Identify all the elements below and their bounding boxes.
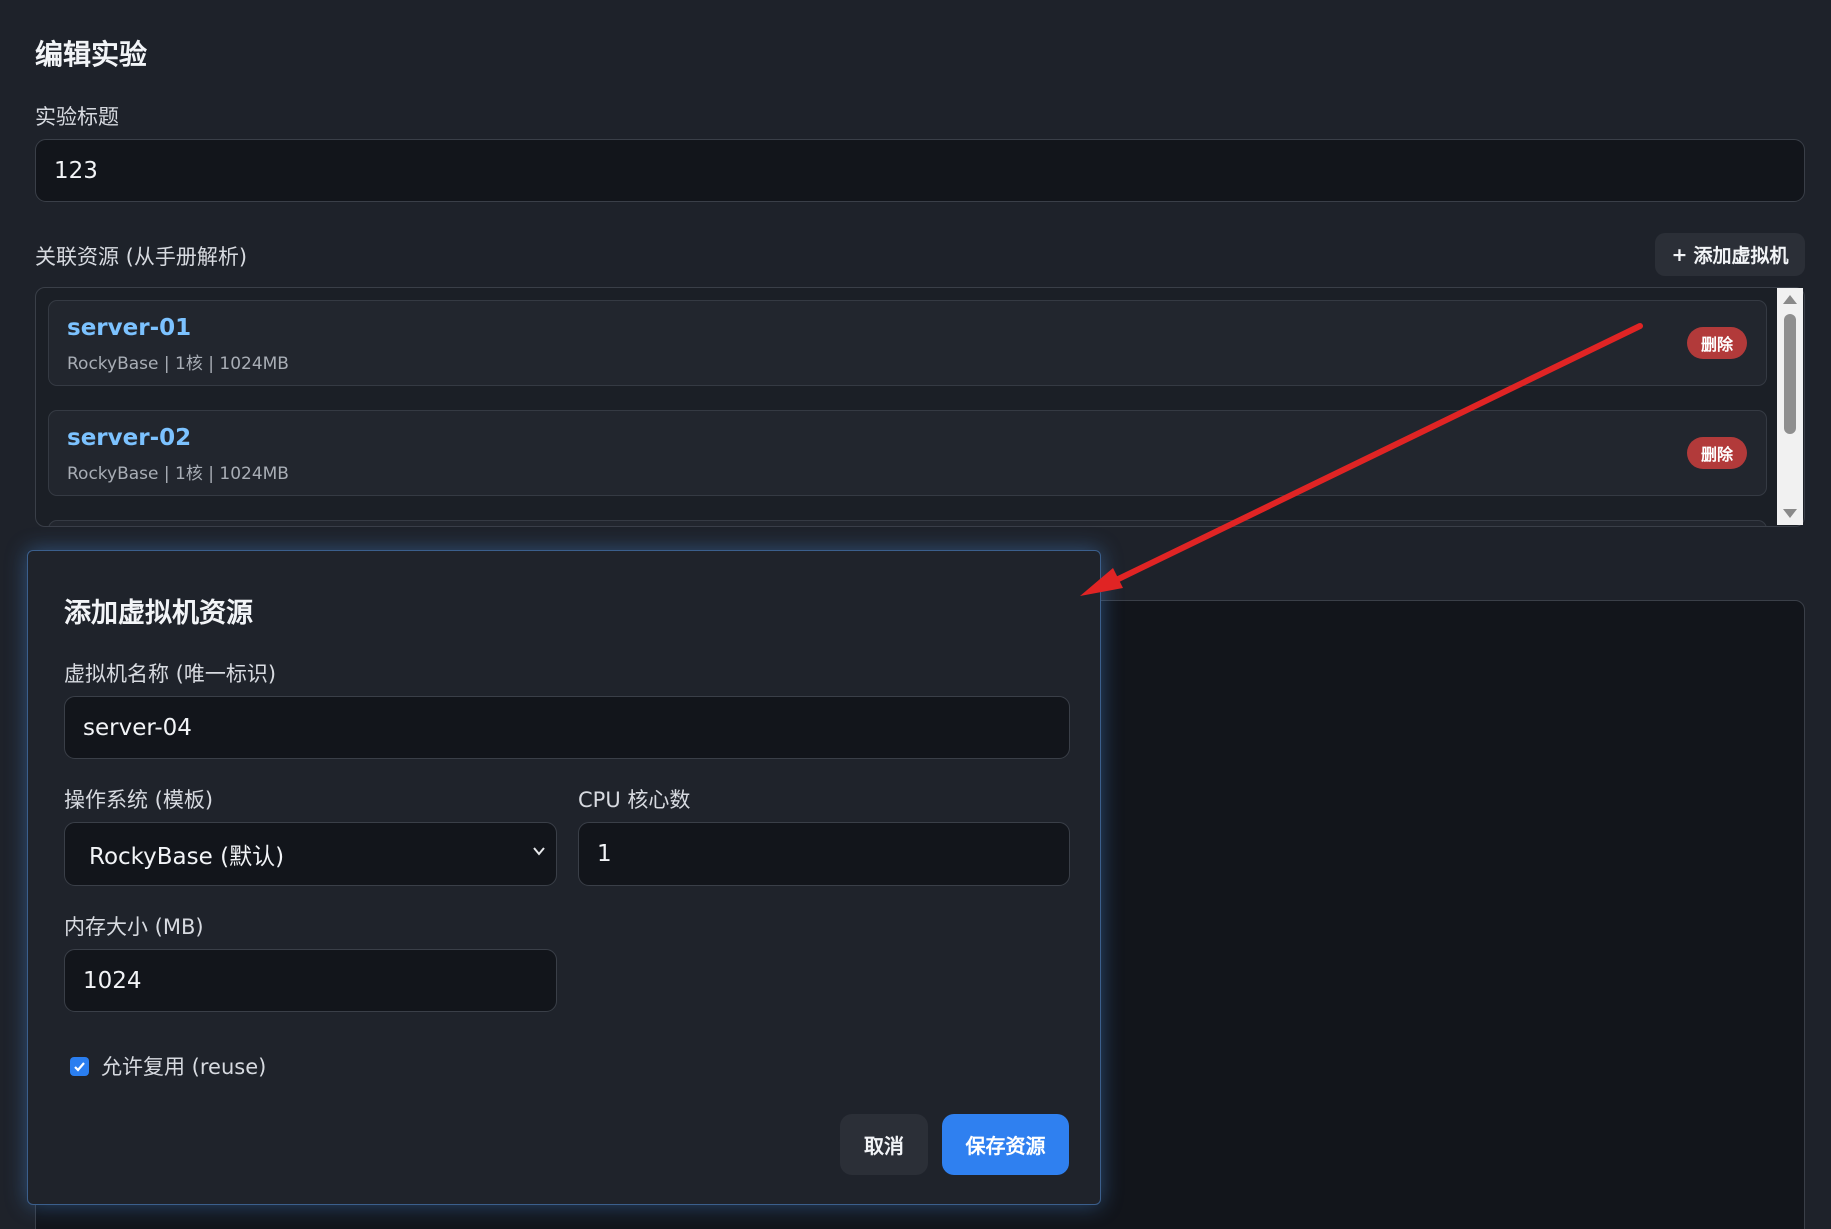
reuse-option[interactable]: 允许复用 (reuse)	[70, 1051, 266, 1081]
resources-label: 关联资源 (从手册解析)	[35, 245, 248, 269]
resource-name: server-02	[67, 425, 192, 451]
vm-name-input[interactable]: server-04	[64, 696, 1070, 759]
edit-experiment-page: 编辑实验 实验标题 123 关联资源 (从手册解析) + 添加虚拟机 serve…	[0, 0, 1831, 1229]
resource-meta: RockyBase | 1核 | 1024MB	[67, 354, 289, 374]
cancel-button[interactable]: 取消	[840, 1114, 928, 1175]
add-vm-button-label: 添加虚拟机	[1693, 245, 1789, 267]
resource-list-scrollbar[interactable]	[1777, 288, 1803, 525]
resource-card-server-02: server-02 RockyBase | 1核 | 1024MB 删除	[48, 410, 1767, 496]
experiment-title-input[interactable]: 123	[35, 139, 1805, 202]
page-title: 编辑实验	[35, 38, 148, 71]
resource-name: server-01	[67, 315, 192, 341]
resource-list: server-01 RockyBase | 1核 | 1024MB 删除 ser…	[35, 287, 1805, 527]
add-vm-modal: 添加虚拟机资源 虚拟机名称 (唯一标识) server-04 操作系统 (模板)…	[27, 550, 1101, 1205]
add-vm-button[interactable]: + 添加虚拟机	[1655, 233, 1805, 276]
memory-input[interactable]: 1024	[64, 949, 557, 1012]
experiment-title-label: 实验标题	[35, 105, 119, 129]
scroll-down-arrow-icon[interactable]	[1783, 509, 1797, 518]
os-select-value: RockyBase (默认)	[89, 844, 285, 870]
save-resource-button[interactable]: 保存资源	[942, 1114, 1069, 1175]
reuse-label: 允许复用 (reuse)	[101, 1055, 267, 1079]
plus-icon: +	[1671, 243, 1688, 266]
os-select[interactable]: RockyBase (默认)	[64, 822, 557, 886]
delete-button[interactable]: 删除	[1687, 327, 1747, 359]
modal-title: 添加虚拟机资源	[64, 598, 253, 629]
vm-name-label: 虚拟机名称 (唯一标识)	[64, 662, 277, 686]
resource-card-server-01: server-01 RockyBase | 1核 | 1024MB 删除	[48, 300, 1767, 386]
resource-meta: RockyBase | 1核 | 1024MB	[67, 464, 289, 484]
resource-card-partial	[48, 520, 1767, 526]
check-icon	[74, 1061, 85, 1072]
chevron-down-icon	[533, 847, 545, 856]
memory-label: 内存大小 (MB)	[64, 915, 204, 939]
cpu-label: CPU 核心数	[578, 788, 691, 812]
os-label: 操作系统 (模板)	[64, 788, 214, 812]
reuse-checkbox[interactable]	[70, 1056, 89, 1076]
scroll-thumb[interactable]	[1784, 314, 1796, 434]
cpu-input[interactable]: 1	[578, 822, 1070, 886]
scroll-up-arrow-icon[interactable]	[1783, 295, 1797, 304]
delete-button[interactable]: 删除	[1687, 437, 1747, 469]
